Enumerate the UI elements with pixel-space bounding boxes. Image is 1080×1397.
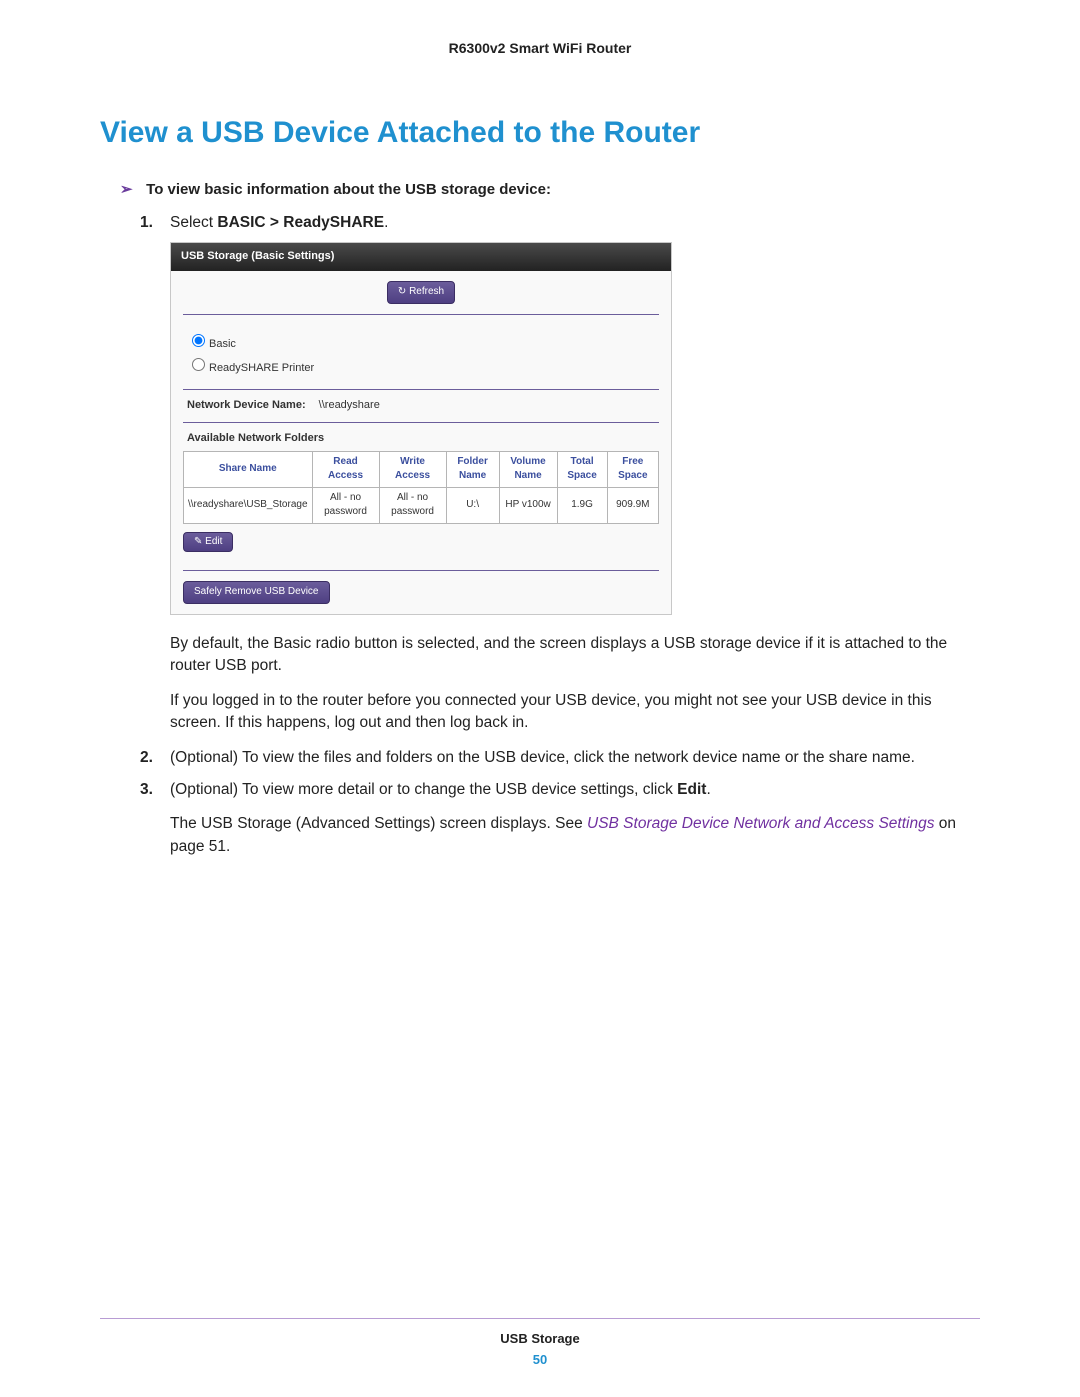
step-3: (Optional) To view more detail or to cha… <box>140 779 980 801</box>
radio-basic[interactable]: Basic <box>187 331 659 353</box>
col-read: Read Access <box>312 451 379 487</box>
radio-printer-label: ReadySHARE Printer <box>209 362 314 374</box>
cell-share[interactable]: \\readyshare\USB_Storage <box>184 487 313 523</box>
safely-remove-button[interactable]: Safely Remove USB Device <box>183 581 330 604</box>
table-row[interactable]: \\readyshare\USB_Storage All - no passwo… <box>184 487 659 523</box>
cell-free: 909.9M <box>607 487 658 523</box>
step-3-a: (Optional) To view more detail or to cha… <box>170 781 677 798</box>
page-footer: USB Storage 50 <box>100 1318 980 1367</box>
task-intro-text: To view basic information about the USB … <box>146 181 551 198</box>
cell-write: All - no password <box>379 487 446 523</box>
step-1-prefix: Select <box>170 214 217 231</box>
footer-page-number: 50 <box>100 1352 980 1367</box>
edit-button[interactable]: ✎ Edit <box>183 532 233 553</box>
radio-basic-label: Basic <box>209 338 236 350</box>
step-3-bold: Edit <box>677 781 706 798</box>
col-write: Write Access <box>379 451 446 487</box>
step-1: Select BASIC > ReadySHARE. USB Storage (… <box>140 212 980 615</box>
panel-title: USB Storage (Basic Settings) <box>171 243 671 271</box>
radio-readyshare-printer[interactable]: ReadySHARE Printer <box>187 355 659 377</box>
folders-title: Available Network Folders <box>187 431 659 447</box>
step-2: (Optional) To view the files and folders… <box>140 747 980 769</box>
footer-title: USB Storage <box>100 1331 980 1346</box>
usb-storage-panel: USB Storage (Basic Settings) ↻ Refresh B… <box>170 242 672 614</box>
cell-volume: HP v100w <box>499 487 557 523</box>
refresh-label: Refresh <box>409 286 444 297</box>
col-share: Share Name <box>184 451 313 487</box>
col-free: Free Space <box>607 451 658 487</box>
col-volume: Volume Name <box>499 451 557 487</box>
step-1-suffix: . <box>384 214 388 231</box>
cell-total: 1.9G <box>557 487 607 523</box>
task-arrow-icon: ➢ <box>120 180 142 198</box>
radio-basic-input[interactable] <box>192 334 205 347</box>
cross-reference-link[interactable]: USB Storage Device Network and Access Se… <box>587 815 934 832</box>
ndn-label: Network Device Name: <box>187 399 306 411</box>
step-1-nav: BASIC > ReadySHARE <box>217 214 384 231</box>
refresh-button[interactable]: ↻ Refresh <box>387 281 455 304</box>
ndn-value[interactable]: \\readyshare <box>319 399 380 411</box>
step-3-followup: The USB Storage (Advanced Settings) scre… <box>170 813 980 858</box>
step-1-followup-b: If you logged in to the router before yo… <box>170 690 980 735</box>
edit-label: Edit <box>205 536 222 547</box>
col-total: Total Space <box>557 451 607 487</box>
step-3-follow-prefix: The USB Storage (Advanced Settings) scre… <box>170 815 587 832</box>
col-folder: Folder Name <box>446 451 499 487</box>
network-device-name-row: Network Device Name: \\readyshare <box>183 390 659 423</box>
folders-table: Share Name Read Access Write Access Fold… <box>183 451 659 524</box>
step-1-followup-a: By default, the Basic radio button is se… <box>170 633 980 678</box>
task-intro: ➢ To view basic information about the US… <box>120 180 980 198</box>
cell-folder: U:\ <box>446 487 499 523</box>
mode-radio-group: Basic ReadySHARE Printer <box>183 323 659 390</box>
table-header-row: Share Name Read Access Write Access Fold… <box>184 451 659 487</box>
document-header: R6300v2 Smart WiFi Router <box>100 40 980 56</box>
cell-read: All - no password <box>312 487 379 523</box>
section-title: View a USB Device Attached to the Router <box>100 116 980 150</box>
step-3-c: . <box>706 781 710 798</box>
radio-printer-input[interactable] <box>192 358 205 371</box>
